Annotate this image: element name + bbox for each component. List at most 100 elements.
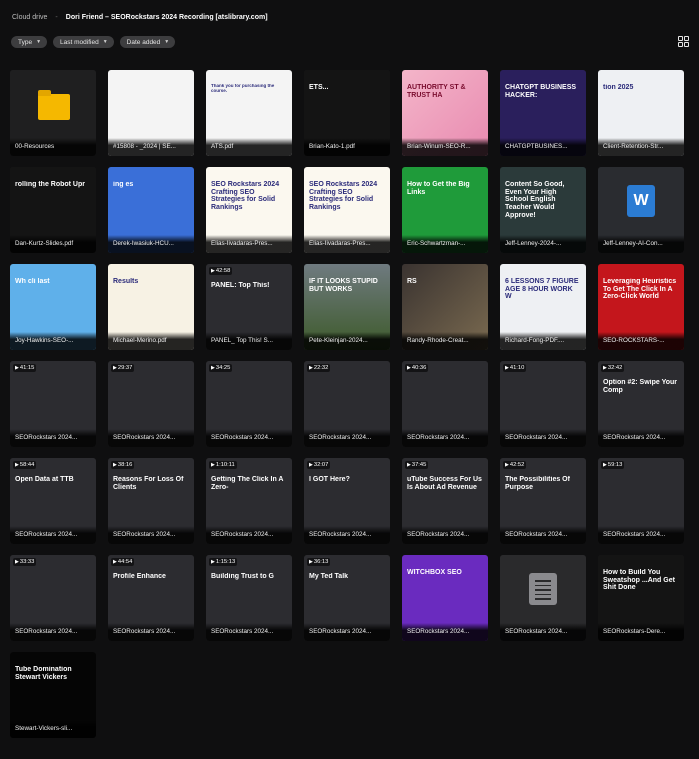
file-name: Client-Retention-Str...	[598, 138, 684, 156]
file-name: Pete-Kleinjan-2024...	[304, 332, 390, 350]
video-duration: 44:54	[117, 559, 133, 565]
thumbnail-text: Getting The Click In A Zero-	[211, 476, 284, 491]
file-name: Randy-Rhode-Creat...	[402, 332, 488, 350]
play-icon: ▶	[15, 462, 19, 468]
play-icon: ▶	[211, 462, 215, 468]
play-icon: ▶	[113, 462, 117, 468]
file-tile[interactable]: #15808 - _2024 | SE...	[108, 70, 194, 156]
file-name: SEO-ROCKSTARS-...	[598, 332, 684, 350]
video-tile[interactable]: ▶ 33:33 SEORockstars 2024...	[10, 555, 96, 641]
video-tile[interactable]: I GOT Here? ▶ 32:07 SEORockstars 2024...	[304, 458, 390, 544]
file-name: Brian-Winum-SEO-R...	[402, 138, 488, 156]
file-tile[interactable]: Leveraging Heuristics To Get The Click I…	[598, 264, 684, 350]
file-name: SEORockstars 2024...	[402, 526, 488, 544]
video-duration-badge: ▶ 38:16	[111, 461, 135, 469]
video-duration: 40:36	[411, 365, 427, 371]
file-name: SEORockstars 2024...	[108, 623, 194, 641]
video-tile[interactable]: Building Trust to G ▶ 1:15:13 SEORockstars …	[206, 555, 292, 641]
filter-date-added-label: Date added	[126, 38, 161, 46]
file-name: SEORockstars-Dere...	[598, 623, 684, 641]
video-tile[interactable]: Open Data at TTB ▶ 58:44 SEORockstars 2024.…	[10, 458, 96, 544]
video-tile[interactable]: ▶ 41:10 SEORockstars 2024...	[500, 361, 586, 447]
video-duration-badge: ▶ 44:54	[111, 558, 135, 566]
video-duration-badge: ▶ 34:25	[209, 364, 233, 372]
filter-last-modified-label: Last modified	[60, 38, 99, 46]
file-tile[interactable]: How to Get the Big Links Eric-Schwartzman…	[402, 167, 488, 253]
file-tile[interactable]: SEO Rockstars 2024 Crafting SEO Strategi…	[304, 167, 390, 253]
video-tile[interactable]: uTube Success For Us Is About Ad Revenue…	[402, 458, 488, 544]
play-icon: ▶	[113, 559, 117, 565]
video-duration-badge: ▶ 32:07	[307, 461, 331, 469]
file-name: PANEL_ Top This! S...	[206, 332, 292, 350]
filter-last-modified-chip[interactable]: Last modified ▼	[53, 36, 114, 48]
video-tile[interactable]: Profile Enhance ▶ 44:54 SEORockstars 2024..…	[108, 555, 194, 641]
file-name: 00-Resources	[10, 138, 96, 156]
video-duration: 32:42	[607, 365, 623, 371]
folder-tile[interactable]: 00-Resources	[10, 70, 96, 156]
file-name: SEORockstars 2024...	[598, 526, 684, 544]
grid-view-icon[interactable]	[678, 36, 690, 48]
video-duration: 1:15:13	[215, 559, 236, 565]
file-tile[interactable]: AUTHORITY ST & TRUST HA Brian-Winum-SEO-R…	[402, 70, 488, 156]
thumbnail-text: SEO Rockstars 2024 Crafting SEO Strategi…	[211, 181, 280, 212]
file-tile[interactable]: Results Michael-Merino.pdf	[108, 264, 194, 350]
file-grid: 00-Resources #15808 - _2024 | SE... Thank …	[10, 70, 694, 738]
file-tile[interactable]: tion 2025 Client-Retention-Str...	[598, 70, 684, 156]
breadcrumb-root[interactable]: Cloud drive	[12, 14, 47, 21]
file-tile[interactable]: RS Randy-Rhode-Creat...	[402, 264, 488, 350]
file-tile[interactable]: IF IT LOOKS STUPID BUT WORKS Pete-Kleinja…	[304, 264, 390, 350]
thumbnail-text: PANEL: Top This!	[211, 282, 270, 289]
video-tile[interactable]: ▶ 59:13 SEORockstars 2024...	[598, 458, 684, 544]
file-tile[interactable]: 6 LESSONS 7 FIGURE AGE 8 HOUR WORK W Rich…	[500, 264, 586, 350]
play-icon: ▶	[407, 365, 411, 371]
filter-date-added-chip[interactable]: Date added ▼	[119, 36, 176, 48]
file-name: SEORockstars 2024...	[10, 623, 96, 641]
file-tile[interactable]: rolling the Robot Upr Dan-Kurtz-Slides.pd…	[10, 167, 96, 253]
video-duration: 41:10	[509, 365, 525, 371]
video-tile[interactable]: ▶ 29:37 SEORockstars 2024...	[108, 361, 194, 447]
video-tile[interactable]: Option #2: Swipe Your Comp ▶ 32:42 SEORocks…	[598, 361, 684, 447]
breadcrumb-current: Dori Friend – SEORockstars 2024 Recordin…	[65, 13, 268, 21]
video-tile[interactable]: ▶ 41:15 SEORockstars 2024...	[10, 361, 96, 447]
video-tile[interactable]: ▶ 22:32 SEORockstars 2024...	[304, 361, 390, 447]
filter-type-chip[interactable]: Type ▼	[11, 36, 48, 48]
video-duration-badge: ▶ 32:42	[601, 364, 625, 372]
video-duration: 37:45	[411, 462, 427, 468]
video-duration-badge: ▶ 37:45	[405, 461, 429, 469]
video-duration: 34:25	[215, 365, 231, 371]
file-name: SEORockstars 2024...	[10, 526, 96, 544]
thumbnail-text: Open Data at TTB	[15, 476, 74, 483]
video-tile[interactable]: Getting The Click In A Zero- ▶ 1:10:11 SEOR…	[206, 458, 292, 544]
file-tile[interactable]: Thank you for purchasing the course. ATS.…	[206, 70, 292, 156]
word-doc-icon: W	[627, 185, 655, 217]
thumbnail-text: My Ted Talk	[309, 573, 349, 580]
document-icon	[529, 573, 557, 605]
file-tile[interactable]: Tube Domination Stewart Vickers Stewart-V…	[10, 652, 96, 738]
play-icon: ▶	[113, 365, 117, 371]
thumbnail-text: Content So Good, Even Your High School E…	[505, 181, 565, 219]
video-duration: 42:52	[509, 462, 525, 468]
play-icon: ▶	[211, 559, 215, 565]
video-tile[interactable]: My Ted Talk ▶ 36:13 SEORockstars 2024...	[304, 555, 390, 641]
file-name: Joy-Hawkins-SEO-...	[10, 332, 96, 350]
video-duration-badge: ▶ 33:33	[13, 558, 37, 566]
file-tile[interactable]: W Jeff-Lenney-AI-Con...	[598, 167, 684, 253]
play-icon: ▶	[603, 462, 607, 468]
file-tile[interactable]: SEORockstars 2024...	[500, 555, 586, 641]
file-tile[interactable]: WITCHBOX SEO SEORockstars 2024...	[402, 555, 488, 641]
video-tile[interactable]: PANEL: Top This! ▶ 42:58 PANEL_ Top This! S…	[206, 264, 292, 350]
file-tile[interactable]: CHATGPT BUSINESS HACKER: CHATGPTBUSINES..…	[500, 70, 586, 156]
video-duration-badge: ▶ 40:36	[405, 364, 429, 372]
file-tile[interactable]: ETS... Brian-Kato-1.pdf	[304, 70, 390, 156]
file-tile[interactable]: How to Build You Sweatshop ...And Get Sh…	[598, 555, 684, 641]
play-icon: ▶	[309, 365, 313, 371]
video-tile[interactable]: The Possibilities Of Purpose ▶ 42:52 SEORoc…	[500, 458, 586, 544]
file-tile[interactable]: ing es Derek-Iwasiuk-HCU...	[108, 167, 194, 253]
video-tile[interactable]: ▶ 34:25 SEORockstars 2024...	[206, 361, 292, 447]
video-tile[interactable]: ▶ 40:36 SEORockstars 2024...	[402, 361, 488, 447]
thumbnail-text: tion 2025	[603, 84, 634, 91]
video-tile[interactable]: Reasons For Loss Of Clients ▶ 38:16 SEORock…	[108, 458, 194, 544]
file-tile[interactable]: SEO Rockstars 2024 Crafting SEO Strategi…	[206, 167, 292, 253]
file-tile[interactable]: Wh cli last Joy-Hawkins-SEO-...	[10, 264, 96, 350]
file-tile[interactable]: Content So Good, Even Your High School E…	[500, 167, 586, 253]
